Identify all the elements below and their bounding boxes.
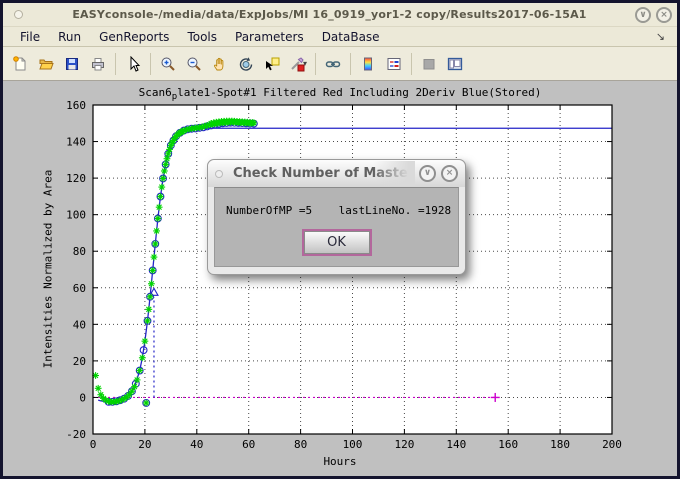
y-tick-label: 60 xyxy=(73,282,86,295)
x-tick-label: 200 xyxy=(602,438,622,451)
menu-genreports[interactable]: GenReports xyxy=(90,29,178,45)
x-tick-label: 100 xyxy=(343,438,363,451)
window-menu-icon[interactable] xyxy=(14,10,23,19)
pan-icon[interactable] xyxy=(208,51,232,77)
chart: 0 20 40 60 80 100 120 140 160 180 200 -20 0 20 40 60 80 1… xyxy=(3,81,677,477)
toolbar-separator xyxy=(411,53,412,75)
dialog-message: NumberOfMP =5 lastLineNo. =1928 xyxy=(215,204,458,217)
rotate-3d-icon[interactable] xyxy=(234,51,258,77)
menu-bar: File Run GenReports Tools Parameters Dat… xyxy=(3,26,677,46)
toolbar-separator xyxy=(115,53,116,75)
edit-pointer-icon[interactable] xyxy=(121,51,145,77)
check-master-plates-dialog: Check Number of Master Pla ∨ × NumberOfM… xyxy=(207,159,466,275)
print-figure-icon[interactable] xyxy=(86,51,110,77)
app-window: EASYconsole-/media/data/ExpJobs/MI 16_09… xyxy=(0,0,680,479)
link-plot-icon[interactable] xyxy=(321,51,345,77)
dialog-body: NumberOfMP =5 lastLineNo. =1928 OK xyxy=(214,187,459,267)
dialog-title-fade xyxy=(373,161,415,186)
save-figure-icon[interactable] xyxy=(60,51,84,77)
y-tick-label: 100 xyxy=(66,209,86,222)
menu-tools[interactable]: Tools xyxy=(178,29,226,45)
window-minimize-button[interactable]: ∨ xyxy=(635,7,651,23)
x-tick-label: 120 xyxy=(394,438,414,451)
window-title: EASYconsole-/media/data/ExpJobs/MI 16_09… xyxy=(29,8,630,21)
x-tick-label: 0 xyxy=(90,438,97,451)
window-close-button[interactable]: × xyxy=(656,7,672,23)
show-plot-tools-icon[interactable] xyxy=(443,51,467,77)
x-tick-label: 20 xyxy=(138,438,151,451)
new-file-icon[interactable] xyxy=(8,51,32,77)
y-tick-label: 40 xyxy=(73,318,86,331)
y-tick-label: 140 xyxy=(66,136,86,149)
brush-dropdown-icon[interactable]: ▾ xyxy=(303,59,307,68)
x-tick-label: 180 xyxy=(550,438,570,451)
dialog-minimize-button[interactable]: ∨ xyxy=(419,165,436,182)
dialog-titlebar[interactable]: Check Number of Master Pla ∨ × xyxy=(208,160,465,187)
x-tick-label: 140 xyxy=(446,438,466,451)
figure-canvas: 0 20 40 60 80 100 120 140 160 180 200 -20 0 20 40 60 80 1… xyxy=(3,80,677,476)
menu-database[interactable]: DataBase xyxy=(313,29,389,45)
ok-button[interactable]: OK xyxy=(304,231,370,254)
y-tick-label: 20 xyxy=(73,355,86,368)
menu-file[interactable]: File xyxy=(11,29,49,45)
x-tick-label: 80 xyxy=(294,438,307,451)
brush-icon[interactable]: ▾ xyxy=(286,51,310,77)
dialog-close-button[interactable]: × xyxy=(441,165,458,182)
x-tick-label: 60 xyxy=(242,438,255,451)
figure-toolbar: ▾ xyxy=(3,46,677,80)
y-tick-label: -20 xyxy=(66,428,86,441)
toolbar-separator xyxy=(350,53,351,75)
toolbar-separator xyxy=(150,53,151,75)
zoom-in-icon[interactable] xyxy=(156,51,180,77)
x-axis-label: Hours xyxy=(3,455,677,468)
y-tick-label: 0 xyxy=(79,391,86,404)
window-titlebar[interactable]: EASYconsole-/media/data/ExpJobs/MI 16_09… xyxy=(3,3,677,26)
menu-parameters[interactable]: Parameters xyxy=(226,29,313,45)
insert-legend-icon[interactable] xyxy=(382,51,406,77)
toolbar-separator xyxy=(315,53,316,75)
hide-plot-tools-icon[interactable] xyxy=(417,51,441,77)
open-file-icon[interactable] xyxy=(34,51,58,77)
data-cursor-icon[interactable] xyxy=(260,51,284,77)
y-tick-label: 80 xyxy=(73,245,86,258)
dialog-menu-icon[interactable] xyxy=(215,170,223,178)
y-axis-label: Intensities Normalized by Area xyxy=(42,170,55,369)
menu-overflow-icon[interactable]: ↘ xyxy=(656,30,669,43)
x-tick-label: 40 xyxy=(190,438,203,451)
x-tick-label: 160 xyxy=(498,438,518,451)
chart-title: Scan6plate1-Spot#1 Filtered Red Includin… xyxy=(3,86,677,102)
menu-run[interactable]: Run xyxy=(49,29,90,45)
insert-colorbar-icon[interactable] xyxy=(356,51,380,77)
zoom-out-icon[interactable] xyxy=(182,51,206,77)
y-tick-label: 120 xyxy=(66,172,86,185)
